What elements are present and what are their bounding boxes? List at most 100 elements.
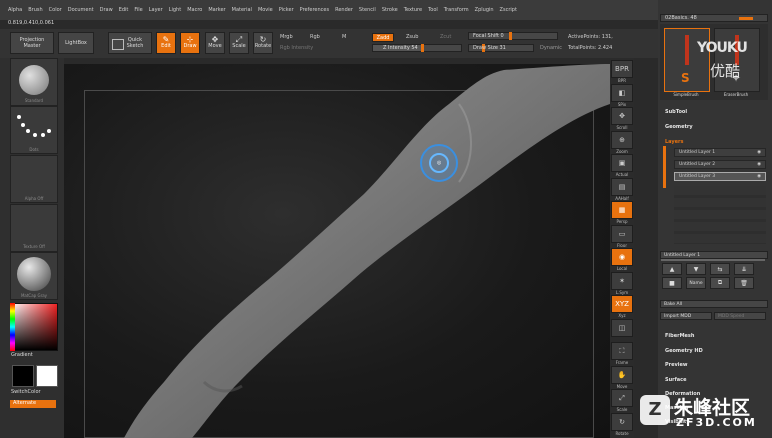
rgb-toggle[interactable]: Rgb — [310, 34, 320, 40]
menu-item[interactable]: Preferences — [300, 7, 329, 13]
brush-palette-header[interactable]: 02Basics. 48 — [660, 14, 768, 22]
strip-button-zoom[interactable]: ⊕ — [611, 130, 633, 149]
preview-header[interactable]: Preview — [665, 362, 688, 368]
eye-icon[interactable]: ◉ — [757, 162, 761, 167]
strip-button-actual[interactable]: ▣ — [611, 154, 633, 172]
alternate-button[interactable]: Alternate — [10, 400, 56, 408]
menu-item[interactable]: Draw — [100, 7, 113, 13]
layer-row[interactable]: Untitled Layer 1 ◉ — [674, 148, 766, 157]
layer-name-button[interactable]: Name — [686, 277, 706, 289]
strip-button-scale[interactable]: ⤢ — [611, 389, 633, 407]
gradient-label[interactable]: Gradient — [11, 352, 33, 358]
strip-button-bpr[interactable]: BPR — [611, 60, 633, 78]
z-intensity-knob[interactable] — [420, 44, 424, 52]
menu-item[interactable]: Layer — [149, 7, 163, 13]
canvas-viewport[interactable]: ◎ — [64, 64, 610, 438]
current-layer-name[interactable]: Untitled Layer 1 — [660, 251, 768, 259]
projection-master-button[interactable]: Projection Master — [10, 32, 54, 54]
move-button[interactable]: ✥ Move — [205, 32, 225, 54]
layer-down-icon[interactable]: ▼ — [686, 263, 706, 275]
draw-button[interactable]: ⊹ Draw — [180, 32, 200, 54]
zadd-button[interactable]: Zadd — [372, 33, 394, 42]
strip-button-move[interactable]: ✋ — [611, 365, 633, 384]
layer-record-icon[interactable]: ■ — [662, 277, 682, 289]
menu-item[interactable]: Zscript — [500, 7, 517, 13]
mdd-speed-slider[interactable]: MDD Speed — [714, 312, 766, 320]
layer-strength-slider[interactable] — [661, 259, 765, 261]
menu-item[interactable]: Light — [169, 7, 181, 13]
strip-button-lsym[interactable]: ✶ — [611, 271, 633, 290]
lightbox-button[interactable]: LightBox — [58, 32, 94, 54]
menu-item[interactable]: Alpha — [8, 7, 22, 13]
bake-all-button[interactable]: Bake All — [660, 300, 768, 308]
simple-brush-tile[interactable]: S — [664, 28, 710, 92]
switch-color-button[interactable]: SwitchColor — [11, 389, 41, 395]
strip-button-rotate[interactable]: ↻ — [611, 412, 633, 431]
menu-item[interactable]: Document — [68, 7, 94, 13]
menu-item[interactable]: Color — [49, 7, 62, 13]
surface-header[interactable]: Surface — [665, 377, 687, 383]
quick-sketch-button[interactable]: Quick Sketch — [108, 32, 152, 54]
import-mdd-button[interactable]: Import MDD — [660, 312, 712, 320]
secondary-color-swatch[interactable] — [36, 365, 58, 387]
menu-item[interactable]: Marker — [208, 7, 225, 13]
menu-item[interactable]: Tool — [428, 7, 438, 13]
menu-item[interactable]: Stencil — [359, 7, 376, 13]
strip-button-floor[interactable]: ▭ — [611, 224, 633, 243]
scale-button[interactable]: ⤢ Scale — [229, 32, 249, 54]
strip-button-spix[interactable]: ◧ — [611, 83, 633, 102]
menu-item[interactable]: Transform — [444, 7, 469, 13]
menu-item[interactable]: Render — [335, 7, 353, 13]
focal-shift-slider[interactable]: Focal Shift 0 — [468, 32, 558, 40]
strip-button-scroll[interactable]: ✥ — [611, 107, 633, 125]
strip-button-local[interactable]: ◉ — [611, 248, 633, 266]
geometry-header[interactable]: Geometry — [665, 124, 693, 130]
menu-item[interactable]: Texture — [404, 7, 422, 13]
layers-header[interactable]: Layers — [665, 139, 684, 145]
dynamic-toggle[interactable]: Dynamic — [540, 45, 562, 51]
subtool-header[interactable]: SubTool — [665, 109, 687, 115]
rgb-intensity-slider[interactable]: Rgb Intensity — [280, 45, 313, 51]
eye-icon[interactable]: ◉ — [757, 174, 761, 179]
strip-button-xyz[interactable]: XYZ — [611, 295, 633, 313]
rotate-button[interactable]: ↻ Rotate — [253, 32, 273, 54]
primary-color-swatch[interactable] — [12, 365, 34, 387]
layers-scrollbar[interactable] — [663, 146, 666, 188]
hue-bar[interactable] — [10, 303, 15, 351]
layer-row-selected[interactable]: Untitled Layer 3 ◉ — [674, 172, 766, 181]
layer-name: Untitled Layer 1 — [679, 150, 716, 155]
menu-item[interactable]: Material — [232, 7, 252, 13]
geometry-hd-header[interactable]: Geometry HD — [665, 348, 703, 354]
layer-delete-icon[interactable]: 🗑 — [734, 277, 754, 289]
strip-button-frame[interactable]: ⛶ — [611, 342, 633, 360]
layer-row[interactable]: Untitled Layer 2 ◉ — [674, 160, 766, 169]
layer-merge-icon[interactable]: ⇊ — [734, 263, 754, 275]
edit-button[interactable]: ✎ Edit — [156, 32, 176, 54]
menu-item[interactable]: File — [134, 7, 142, 13]
eye-icon[interactable]: ◉ — [757, 150, 761, 155]
strip-button-persp[interactable]: ▦ — [611, 201, 633, 219]
draw-size-slider[interactable]: Draw Size 31 — [468, 44, 534, 52]
layer-split-icon[interactable]: ⇆ — [710, 263, 730, 275]
strip-button-aahalf[interactable]: ▤ — [611, 177, 633, 196]
z-intensity-slider[interactable]: Z Intensity 54 — [372, 44, 462, 52]
arm-model[interactable] — [64, 64, 610, 438]
menu-item[interactable]: Movie — [258, 7, 273, 13]
focal-shift-knob[interactable] — [508, 32, 512, 40]
fibermesh-header[interactable]: FiberMesh — [665, 333, 694, 339]
color-picker-square[interactable] — [10, 303, 58, 351]
brush-palette-slider[interactable] — [739, 17, 753, 20]
layer-copy-icon[interactable]: ⧉ — [710, 277, 730, 289]
menu-item[interactable]: Zplugin — [475, 7, 494, 13]
strip-button-extra[interactable]: ◫ — [611, 318, 633, 337]
menu-item[interactable]: Macro — [187, 7, 202, 13]
layer-up-icon[interactable]: ▲ — [662, 263, 682, 275]
menu-item[interactable]: Stroke — [382, 7, 398, 13]
menu-item[interactable]: Edit — [119, 7, 129, 13]
zsub-button[interactable]: Zsub — [406, 34, 418, 40]
m-toggle[interactable]: M — [342, 34, 346, 40]
menu-item[interactable]: Brush — [28, 7, 42, 13]
menu-item[interactable]: Picker — [279, 7, 294, 13]
zcut-button[interactable]: Zcut — [440, 34, 451, 40]
mrgb-toggle[interactable]: Mrgb — [280, 34, 293, 40]
